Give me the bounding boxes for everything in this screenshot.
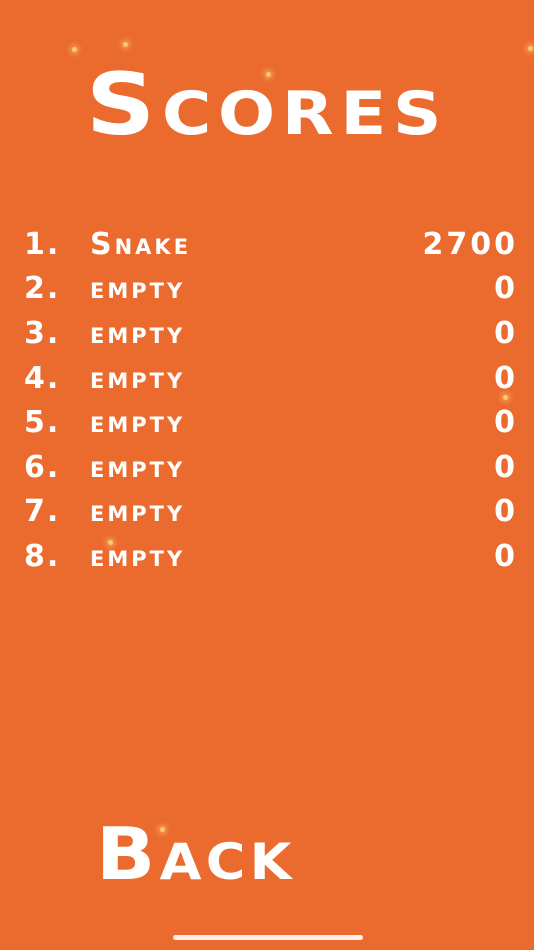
- score-value: 0: [494, 271, 518, 307]
- score-row: 4. empty 0: [24, 356, 518, 401]
- score-value: 2700: [422, 226, 518, 262]
- score-rank: 1.: [24, 226, 61, 262]
- score-row: 3. empty 0: [24, 311, 518, 356]
- score-rank: 5.: [24, 405, 61, 441]
- score-row: 6. empty 0: [24, 445, 518, 490]
- score-value: 0: [494, 494, 518, 530]
- score-rank: 6.: [24, 449, 61, 485]
- glow-particle: [123, 42, 128, 47]
- score-row: 2. empty 0: [24, 267, 518, 312]
- score-player-name: empty: [90, 494, 186, 530]
- score-player-name: empty: [90, 449, 186, 485]
- score-rank: 8.: [24, 538, 61, 574]
- score-row: 7. empty 0: [24, 490, 518, 535]
- glow-particle: [72, 47, 77, 52]
- home-indicator[interactable]: [173, 935, 363, 940]
- score-value: 0: [494, 538, 518, 574]
- score-row: 5. empty 0: [24, 400, 518, 445]
- score-rank: 2.: [24, 271, 61, 307]
- score-value: 0: [494, 405, 518, 441]
- score-rank: 7.: [24, 494, 61, 530]
- score-player-name: empty: [90, 538, 186, 574]
- page-title: Scores: [85, 55, 449, 155]
- score-player-name: empty: [90, 271, 186, 307]
- score-player-name: Snake: [90, 226, 192, 262]
- score-rank: 3.: [24, 315, 61, 351]
- score-row: 8. empty 0: [24, 534, 518, 579]
- score-player-name: empty: [90, 360, 186, 396]
- score-value: 0: [494, 360, 518, 396]
- score-list: 1. Snake 2700 2. empty 0 3. empty 0 4. e…: [24, 222, 518, 579]
- score-value: 0: [494, 449, 518, 485]
- score-row: 1. Snake 2700: [24, 222, 518, 267]
- score-player-name: empty: [90, 405, 186, 441]
- score-rank: 4.: [24, 360, 61, 396]
- glow-particle: [528, 46, 533, 51]
- back-button[interactable]: Back: [96, 818, 296, 890]
- score-value: 0: [494, 315, 518, 351]
- score-player-name: empty: [90, 315, 186, 351]
